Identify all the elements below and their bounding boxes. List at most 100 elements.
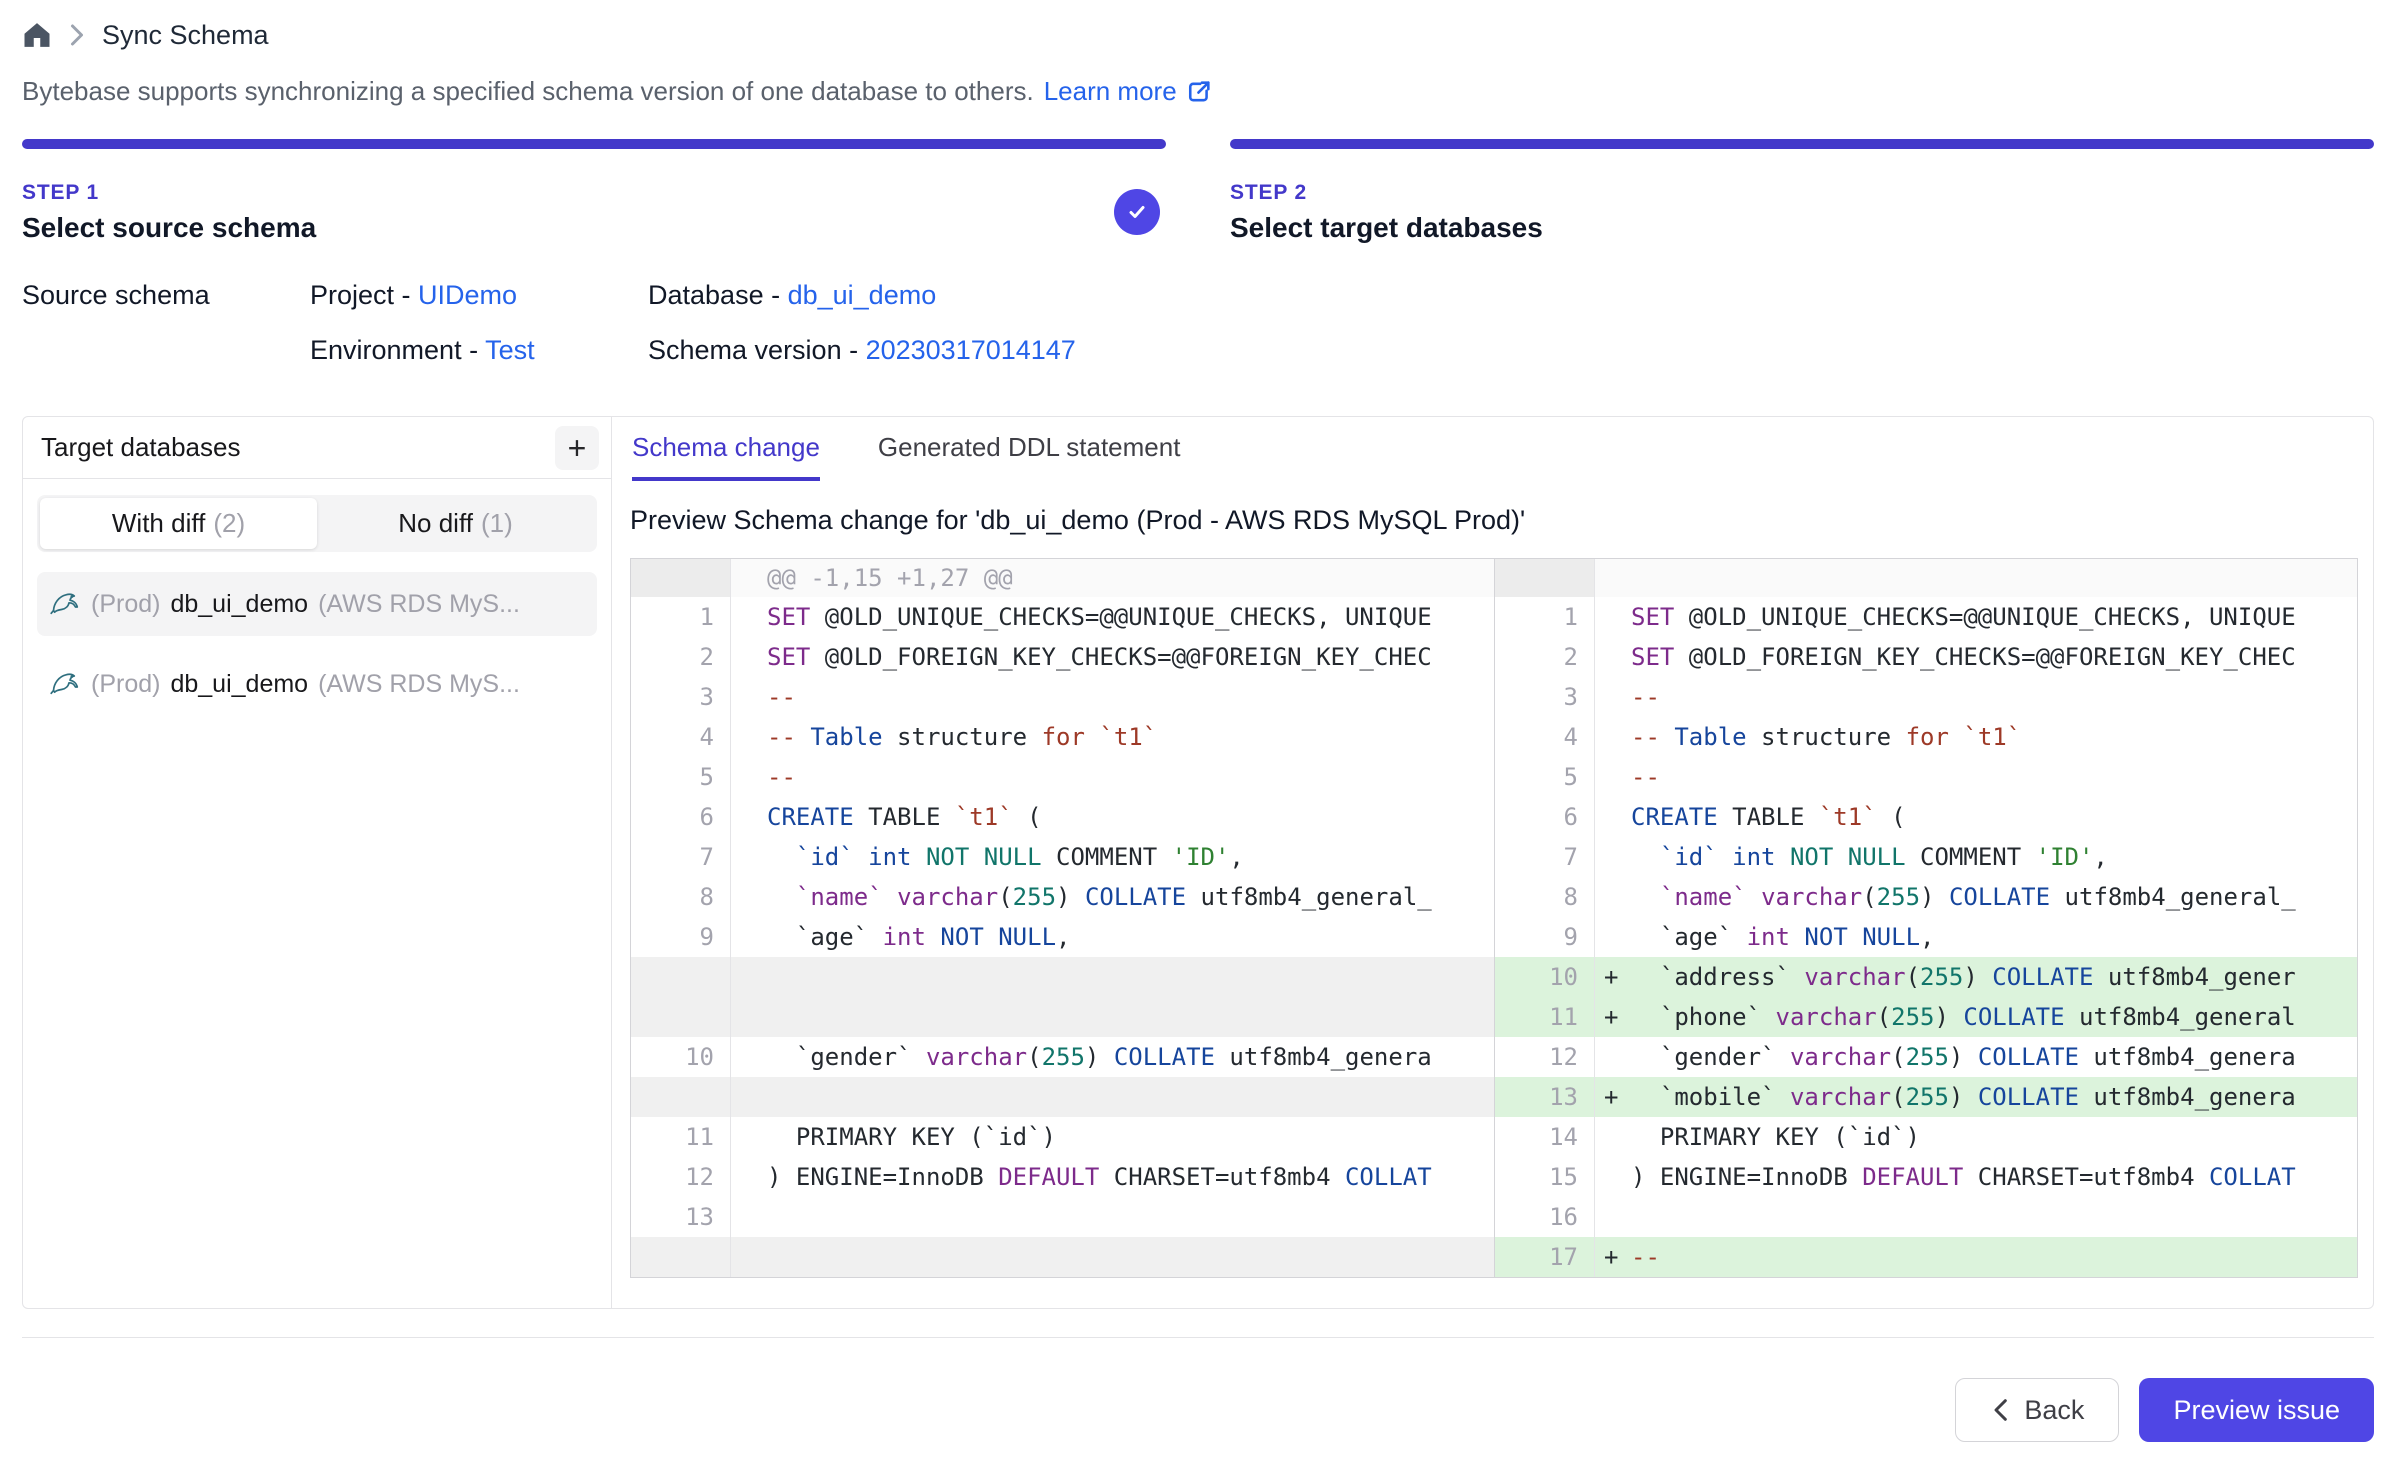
diff-code-line: --	[1631, 677, 2357, 717]
diff-line-number: 9	[631, 917, 731, 957]
db-name: db_ui_demo	[170, 670, 308, 699]
diff-change-marker	[1595, 1117, 1631, 1157]
diff-line-number: 6	[631, 797, 731, 837]
diff-code-row: 9 `age` int NOT NULL,	[631, 917, 1494, 957]
diff-line-number	[631, 997, 731, 1037]
diff-code-row: 2SET @OLD_FOREIGN_KEY_CHECKS=@@FOREIGN_K…	[1495, 637, 2357, 677]
diff-line-number: 15	[1495, 1157, 1595, 1197]
diff-change-marker	[731, 1117, 767, 1157]
diff-line-number: 10	[1495, 957, 1595, 997]
target-database-item[interactable]: (Prod)db_ui_demo(AWS RDS MyS...	[37, 572, 597, 636]
preview-tabs: Schema change Generated DDL statement	[630, 417, 2358, 481]
diff-pane-new[interactable]: 1SET @OLD_UNIQUE_CHECKS=@@UNIQUE_CHECKS,…	[1494, 559, 2357, 1277]
diff-code-line: `name` varchar(255) COLLATE utf8mb4_gene…	[767, 877, 1494, 917]
diff-code-row: 11 PRIMARY KEY (`id`)	[631, 1117, 1494, 1157]
source-schema-label: Source schema	[22, 280, 310, 311]
diff-code-line: ) ENGINE=InnoDB DEFAULT CHARSET=utf8mb4 …	[1631, 1157, 2357, 1197]
db-environment: (Prod)	[91, 590, 160, 619]
diff-code-row: 10 `gender` varchar(255) COLLATE utf8mb4…	[631, 1037, 1494, 1077]
diff-change-marker	[1595, 837, 1631, 877]
source-database: Database - db_ui_demo	[648, 280, 2374, 311]
filter-tab-no-diff[interactable]: No diff (1)	[317, 498, 594, 549]
diff-code-line	[767, 957, 1494, 997]
diff-code-line	[1631, 559, 2357, 597]
diff-line-number: 17	[1495, 1237, 1595, 1277]
diff-line-number: 7	[1495, 837, 1595, 877]
mysql-icon	[49, 668, 81, 700]
tab-schema-change[interactable]: Schema change	[632, 432, 820, 481]
diff-code-line: `name` varchar(255) COLLATE utf8mb4_gene…	[1631, 877, 2357, 917]
diff-code-row: 5--	[631, 757, 1494, 797]
no-diff-count: (1)	[481, 508, 513, 539]
diff-change-marker	[731, 797, 767, 837]
database-link[interactable]: db_ui_demo	[788, 280, 937, 310]
preview-issue-button[interactable]: Preview issue	[2139, 1378, 2374, 1442]
diff-code-line: --	[1631, 757, 2357, 797]
add-target-database-button[interactable]: +	[555, 426, 599, 470]
diff-code-line: `gender` varchar(255) COLLATE utf8mb4_ge…	[1631, 1037, 2357, 1077]
diff-change-marker: +	[1595, 1237, 1631, 1277]
diff-pane-old[interactable]: @@ -1,15 +1,27 @@1SET @OLD_UNIQUE_CHECKS…	[631, 559, 1494, 1277]
footer-divider	[22, 1337, 2374, 1338]
diff-hunk-header-row: @@ -1,15 +1,27 @@	[631, 559, 1494, 597]
diff-change-marker	[1595, 677, 1631, 717]
diff-code-line: `address` varchar(255) COLLATE utf8mb4_g…	[1631, 957, 2357, 997]
diff-line-number: 3	[1495, 677, 1595, 717]
diff-code-line: `id` int NOT NULL COMMENT 'ID',	[767, 837, 1494, 877]
diff-code-line: @@ -1,15 +1,27 @@	[767, 559, 1494, 597]
diff-code-line: --	[1631, 1237, 2357, 1277]
diff-code-row: 3 --	[1495, 677, 2357, 717]
diff-line-number: 5	[631, 757, 731, 797]
description-text: Bytebase supports synchronizing a specif…	[22, 76, 1034, 107]
target-database-item[interactable]: (Prod)db_ui_demo(AWS RDS MyS...	[37, 652, 597, 716]
diff-change-marker	[731, 1237, 767, 1277]
diff-change-marker	[1595, 559, 1631, 597]
diff-change-marker	[1595, 757, 1631, 797]
diff-line-number: 3	[631, 677, 731, 717]
learn-more-link[interactable]: Learn more	[1044, 76, 1213, 107]
diff-line-number: 1	[631, 597, 731, 637]
diff-code-row: 7 `id` int NOT NULL COMMENT 'ID',	[1495, 837, 2357, 877]
diff-change-marker	[731, 1157, 767, 1197]
project-link[interactable]: UIDemo	[418, 280, 517, 310]
diff-change-marker	[731, 1077, 767, 1117]
diff-code-line	[767, 1077, 1494, 1117]
mysql-icon	[49, 588, 81, 620]
source-schema-version: Schema version - 20230317014147	[648, 335, 2374, 366]
diff-code-row: 10+ `address` varchar(255) COLLATE utf8m…	[1495, 957, 2357, 997]
diff-change-marker	[1595, 877, 1631, 917]
diff-change-marker	[731, 597, 767, 637]
environment-link[interactable]: Test	[485, 335, 535, 365]
home-icon[interactable]	[22, 20, 52, 50]
diff-line-number	[1495, 559, 1595, 597]
back-button[interactable]: Back	[1955, 1378, 2119, 1442]
diff-line-number: 11	[631, 1117, 731, 1157]
diff-line-number: 14	[1495, 1117, 1595, 1157]
diff-code-row: 1SET @OLD_UNIQUE_CHECKS=@@UNIQUE_CHECKS,…	[1495, 597, 2357, 637]
diff-line-number: 7	[631, 837, 731, 877]
diff-change-marker	[1595, 717, 1631, 757]
diff-code-line: PRIMARY KEY (`id`)	[767, 1117, 1494, 1157]
diff-code-line: `age` int NOT NULL,	[1631, 917, 2357, 957]
sync-card: Target databases + With diff (2) No diff…	[22, 416, 2374, 1309]
diff-code-line: SET @OLD_FOREIGN_KEY_CHECKS=@@FOREIGN_KE…	[1631, 637, 2357, 677]
diff-code-row: 9 `age` int NOT NULL,	[1495, 917, 2357, 957]
schema-version-link[interactable]: 20230317014147	[866, 335, 1076, 365]
diff-line-number: 8	[1495, 877, 1595, 917]
step-2-title: Select target databases	[1230, 212, 2374, 244]
diff-line-number: 13	[1495, 1077, 1595, 1117]
diff-code-line: PRIMARY KEY (`id`)	[1631, 1117, 2357, 1157]
tab-generated-ddl[interactable]: Generated DDL statement	[878, 432, 1181, 481]
page-title: Sync Schema	[102, 20, 269, 51]
breadcrumb-chevron-icon	[68, 23, 86, 47]
step-2: STEP 2 Select target databases	[1230, 139, 2374, 244]
filter-tab-with-diff[interactable]: With diff (2)	[40, 498, 317, 549]
diff-code-line: SET @OLD_FOREIGN_KEY_CHECKS=@@FOREIGN_KE…	[767, 637, 1494, 677]
step-2-label: STEP 2	[1230, 181, 2374, 205]
diff-code-line	[767, 1197, 1494, 1237]
diff-change-marker	[731, 637, 767, 677]
diff-change-marker: +	[1595, 997, 1631, 1037]
diff-placeholder-row	[631, 1237, 1494, 1277]
diff-filter-segmented-control: With diff (2) No diff (1)	[37, 495, 597, 552]
diff-code-row: 6CREATE TABLE `t1` (	[631, 797, 1494, 837]
